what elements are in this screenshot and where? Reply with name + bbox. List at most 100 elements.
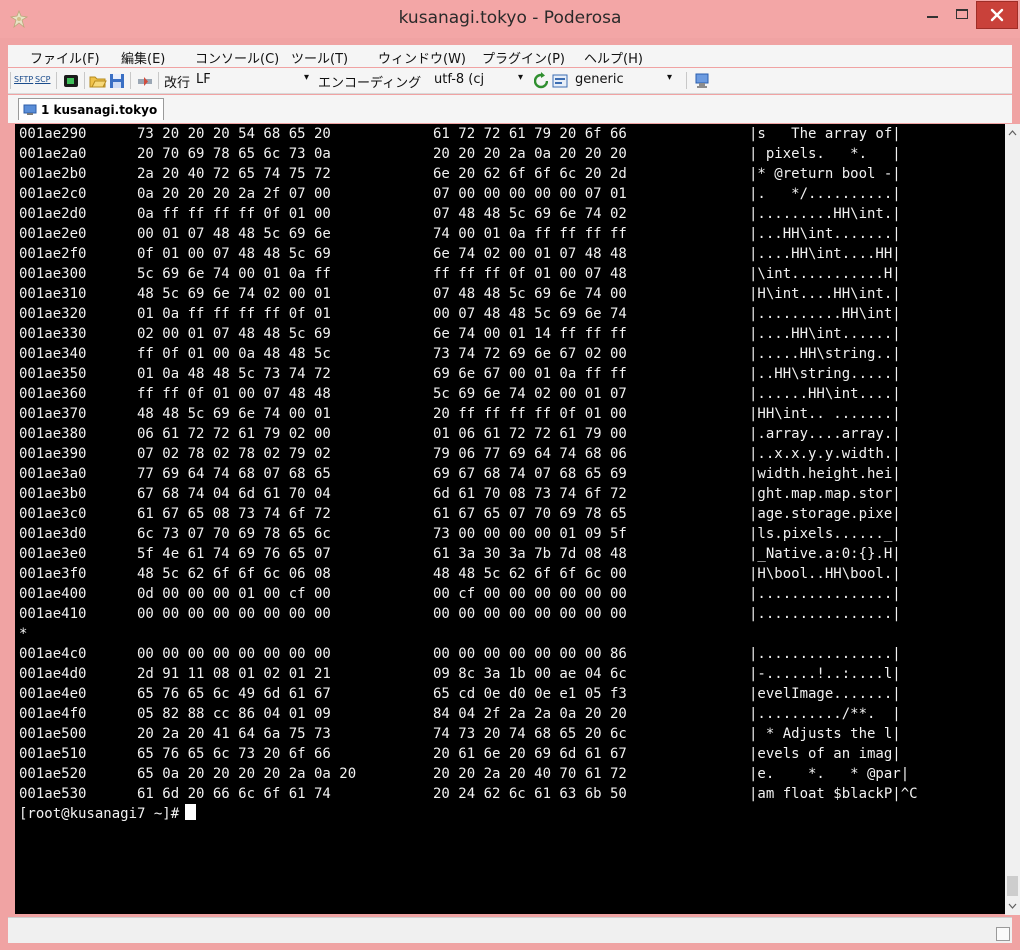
terminal-screen[interactable]: 001ae290 73 20 20 20 54 68 65 20 61 72 72 …	[15, 124, 1006, 914]
hex-bytes-second-half: 6e 74 00 01 14 ff ff ff	[433, 326, 627, 342]
ascii-column: |H\int....HH\int.|	[749, 286, 901, 302]
hex-bytes-first-half: 5f 4e 61 74 69 76 65 07	[137, 546, 331, 562]
terminal-line: 001ae2b0 2a 20 40 72 65 74 75 72 6e 20 62 …	[19, 164, 1004, 184]
hex-address: 001ae360	[19, 386, 87, 402]
encoding-select[interactable]: utf-8 (cj ▾	[434, 72, 528, 90]
terminal-scrollbar[interactable]	[1005, 124, 1020, 915]
hex-bytes-first-half: 48 48 5c 69 6e 74 00 01	[137, 406, 331, 422]
hex-bytes-second-half: 69 67 68 74 07 68 65 69	[433, 466, 627, 482]
hex-address: 001ae4c0	[19, 646, 87, 662]
menu-window[interactable]: ウィンドウ(W)	[378, 48, 466, 67]
hex-bytes-first-half: 6c 73 07 70 69 78 65 6c	[137, 526, 331, 542]
terminal-line: 001ae390 07 02 78 02 78 02 79 02 79 06 77 …	[19, 444, 1004, 464]
menu-file[interactable]: ファイル(F)	[30, 48, 100, 67]
hex-address: 001ae390	[19, 446, 87, 462]
hex-bytes-first-half: 0a 20 20 20 2a 2f 07 00	[137, 186, 331, 202]
hex-bytes-second-half: 5c 69 6e 74 02 00 01 07	[433, 386, 627, 402]
minimize-icon	[927, 16, 938, 18]
ascii-column: |................|	[749, 586, 901, 602]
save-icon[interactable]	[109, 72, 125, 90]
scroll-down-icon[interactable]	[1005, 899, 1020, 913]
terminal-line: 001ae410 00 00 00 00 00 00 00 00 00 00 00 …	[19, 604, 1004, 624]
ascii-column: |-......!..:....l|	[749, 666, 901, 682]
hex-address: 001ae310	[19, 286, 87, 302]
terminal-line: 001ae4f0 05 82 88 cc 86 04 01 09 84 04 2f …	[19, 704, 1004, 724]
terminal-settings-icon[interactable]	[552, 72, 568, 90]
refresh-icon[interactable]	[534, 72, 548, 90]
hex-address: 001ae320	[19, 306, 87, 322]
hex-bytes-second-half: 07 48 48 5c 69 6e 74 00	[433, 286, 627, 302]
session-tab[interactable]: 1 kusanagi.tokyo	[18, 98, 165, 120]
ascii-column: |....HH\int....HH|	[749, 246, 901, 262]
terminal-icon[interactable]	[63, 72, 79, 90]
hex-address: 001ae2f0	[19, 246, 87, 262]
hex-bytes-second-half: 09 8c 3a 1b 00 ae 04 6c	[433, 666, 627, 682]
menu-help[interactable]: ヘルプ(H)	[584, 48, 643, 67]
scroll-thumb[interactable]	[1007, 876, 1018, 896]
hex-bytes-second-half: 00 07 48 48 5c 69 6e 74	[433, 306, 627, 322]
hex-bytes-first-half: 61 67 65 08 73 74 6f 72	[137, 506, 331, 522]
tab-strip: 1 kusanagi.tokyo	[8, 95, 1012, 123]
ascii-column: |\int...........H|	[749, 266, 901, 282]
hex-bytes-second-half: 01 06 61 72 72 61 79 00	[433, 426, 627, 442]
newline-value: LF	[196, 72, 211, 87]
status-bar	[8, 917, 1012, 943]
hex-bytes-second-half: ff ff ff 0f 01 00 07 48	[433, 266, 627, 282]
terminal-line: *	[19, 624, 1004, 644]
paste-icon[interactable]	[136, 72, 154, 90]
title-bar[interactable]: kusanagi.tokyo - Poderosa	[0, 0, 1020, 38]
newline-label: 改行	[164, 76, 191, 91]
hex-bytes-second-half: 84 04 2f 2a 2a 0a 20 20	[433, 706, 627, 722]
hex-address: 001ae400	[19, 586, 87, 602]
window-title: kusanagi.tokyo - Poderosa	[398, 8, 622, 28]
hex-bytes-first-half: 00 01 07 48 48 5c 69 6e	[137, 226, 331, 242]
scp-button[interactable]: SCP	[35, 75, 51, 93]
maximize-button[interactable]	[948, 1, 976, 29]
menu-bar: ファイル(F) 編集(E) コンソール(C) ツール(T) ウィンドウ(W) プ…	[8, 45, 1012, 67]
hex-address: 001ae380	[19, 426, 87, 442]
hex-address: *	[19, 626, 28, 642]
app-window: kusanagi.tokyo - Poderosa ファイル(F) 編集(E) …	[0, 0, 1020, 950]
menu-edit[interactable]: 編集(E)	[121, 48, 165, 67]
sftp-button[interactable]: SFTP	[14, 75, 33, 93]
hex-address: 001ae3c0	[19, 506, 87, 522]
hex-address: 001ae2a0	[19, 146, 87, 162]
hex-bytes-first-half: 05 82 88 cc 86 04 01 09	[137, 706, 331, 722]
toolbar-separator	[56, 72, 57, 89]
ascii-column: |e. *. * @par|	[749, 766, 910, 782]
terminal-line: 001ae500 20 2a 20 41 64 6a 75 73 74 73 20 …	[19, 724, 1004, 744]
menu-tools[interactable]: ツール(T)	[291, 48, 348, 67]
hex-bytes-first-half: 01 0a ff ff ff ff 0f 01	[137, 306, 331, 322]
newline-select[interactable]: LF ▾	[196, 72, 316, 90]
menu-plugins[interactable]: プラグイン(P)	[482, 48, 565, 67]
close-button[interactable]	[976, 1, 1018, 29]
terminal-line: 001ae3c0 61 67 65 08 73 74 6f 72 61 67 65 …	[19, 504, 1004, 524]
toolbar-separator	[84, 72, 85, 89]
ascii-column: |...HH\int.......|	[749, 226, 901, 242]
multi-paste-icon[interactable]	[693, 72, 711, 90]
shell-prompt-line: [root@kusanagi7 ~]#	[19, 804, 197, 824]
hex-bytes-first-half: 06 61 72 72 61 79 02 00	[137, 426, 331, 442]
scroll-up-icon[interactable]	[1005, 126, 1020, 140]
ascii-column: |HH\int.. .......|	[749, 406, 901, 422]
hex-address: 001ae370	[19, 406, 87, 422]
ascii-column: |......HH\int....|	[749, 386, 901, 402]
chevron-down-icon: ▾	[304, 72, 310, 83]
hex-address: 001ae3a0	[19, 466, 87, 482]
resize-grip[interactable]	[996, 927, 1010, 941]
close-icon	[990, 8, 1004, 22]
minimize-button[interactable]	[918, 1, 948, 29]
hex-bytes-second-half: 6d 61 70 08 73 74 6f 72	[433, 486, 627, 502]
terminal-line: 001ae290 73 20 20 20 54 68 65 20 61 72 72 …	[19, 124, 1004, 144]
ascii-column: |................|	[749, 606, 901, 622]
hex-address: 001ae3d0	[19, 526, 87, 542]
ascii-column: |..x.x.y.y.width.|	[749, 446, 901, 462]
open-folder-icon[interactable]	[89, 72, 107, 90]
hex-bytes-first-half: 20 70 69 78 65 6c 73 0a	[137, 146, 331, 162]
terminal-line: 001ae510 65 76 65 6c 73 20 6f 66 20 61 6e …	[19, 744, 1004, 764]
terminal-line: 001ae380 06 61 72 72 61 79 02 00 01 06 61 …	[19, 424, 1004, 444]
hex-bytes-first-half: 73 20 20 20 54 68 65 20	[137, 126, 331, 142]
menu-console[interactable]: コンソール(C)	[195, 48, 279, 67]
terminal-type-value: generic	[575, 72, 624, 87]
ascii-column: |ght.map.map.stor|	[749, 486, 901, 502]
